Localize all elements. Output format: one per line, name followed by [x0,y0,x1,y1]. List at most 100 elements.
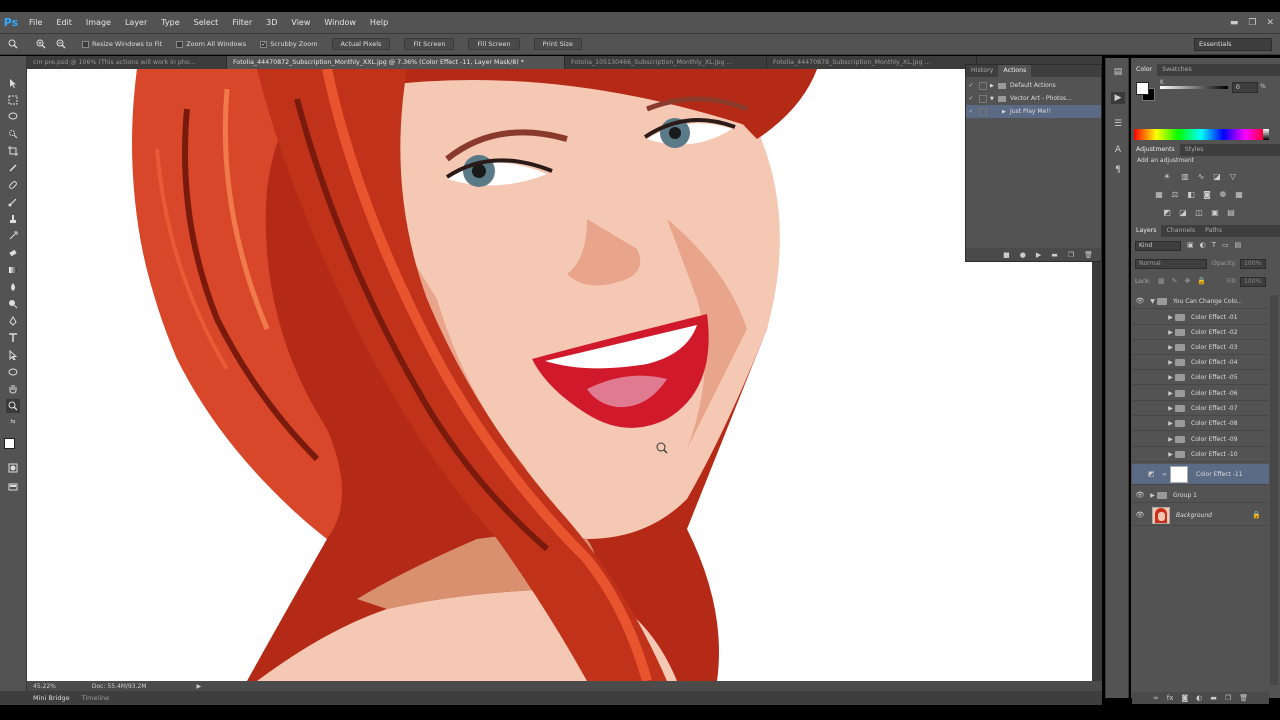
tab-paths[interactable]: Paths [1200,225,1227,237]
new-set-icon[interactable]: ▬ [1051,251,1058,259]
menu-window[interactable]: Window [317,12,363,33]
document-tab[interactable]: cm pre.psd @ 106% (This actions will wor… [27,56,227,69]
record-icon[interactable]: ● [1020,251,1026,259]
new-group-icon[interactable]: ▬ [1210,694,1217,702]
fx-icon[interactable]: fx [1167,694,1174,702]
foreground-color-swatch[interactable] [1136,82,1149,95]
tab-channels[interactable]: Channels [1161,225,1200,237]
menu-file[interactable]: File [22,12,49,33]
play-icon[interactable]: ▶ [1036,251,1041,259]
scrubby-zoom-checkbox[interactable]: ✓ Scrubby Zoom [260,40,318,48]
dialog-toggle-icon[interactable] [979,107,987,116]
k-slider[interactable] [1160,86,1228,89]
dialog-toggle-icon[interactable] [979,94,987,103]
chevron-right-icon[interactable]: ▶ [1166,420,1175,427]
fit-screen-button[interactable]: Fit Screen [404,38,455,50]
new-action-icon[interactable]: ❐ [1068,251,1074,259]
trash-icon[interactable]: 🗑 [1239,694,1248,702]
layer-row[interactable]: ▶ Color Effect -03 [1132,340,1269,355]
adjustment-filter-icon[interactable]: ◐ [1200,241,1206,251]
path-selection-tool-icon[interactable] [6,348,20,362]
menu-type[interactable]: Type [154,12,186,33]
gradient-map-icon[interactable]: ▤ [1226,208,1236,217]
menu-image[interactable]: Image [79,12,118,33]
eraser-tool-icon[interactable] [6,246,20,260]
menu-view[interactable]: View [284,12,317,33]
workspace-select[interactable]: Essentials [1194,38,1272,51]
marquee-tool-icon[interactable] [6,93,20,107]
brush-tool-icon[interactable] [6,195,20,209]
move-tool-icon[interactable] [6,76,20,90]
new-adjustment-icon[interactable]: ◐ [1196,694,1202,702]
layer-group-1[interactable]: 👁 ▶ Group 1 [1132,488,1269,503]
restore-icon[interactable]: ❐ [1248,18,1256,28]
actual-pixels-button[interactable]: Actual Pixels [331,38,391,50]
menu-edit[interactable]: Edit [49,12,79,33]
eye-icon[interactable]: 👁 [1132,511,1148,519]
clone-stamp-tool-icon[interactable] [6,212,20,226]
zoom-in-icon[interactable] [34,37,48,51]
tab-color[interactable]: Color [1131,64,1158,76]
black-white-icon[interactable]: ◧ [1186,190,1196,199]
chevron-down-icon[interactable]: ▼ [990,96,998,102]
healing-brush-tool-icon[interactable] [6,178,20,192]
lasso-tool-icon[interactable] [6,110,20,124]
lock-transparency-icon[interactable]: ▦ [1158,277,1165,285]
checkmark-icon[interactable]: ✓ [966,82,976,89]
color-spectrum[interactable] [1134,129,1268,140]
layer-filter-kind[interactable]: Kind [1135,241,1181,251]
swap-colors-icon[interactable]: ⇆ [6,418,20,425]
chevron-right-icon[interactable]: ▶ [1166,436,1175,443]
dodge-tool-icon[interactable] [6,297,20,311]
grayscale-ramp[interactable] [1263,129,1269,140]
link-icon[interactable]: ∞ [1162,471,1170,478]
document-tab[interactable]: Fotolia_44470878_Subscription_Monthly_XL… [767,56,977,69]
lock-all-icon[interactable]: 🔒 [1197,277,1206,285]
layer-group-top[interactable]: 👁 ▼ You Can Change Colo... [1132,294,1269,309]
tab-timeline[interactable]: Timeline [76,694,116,702]
checkmark-icon[interactable]: ✓ [966,108,976,115]
zoom-all-windows-checkbox[interactable]: Zoom All Windows [176,40,246,48]
layer-row[interactable]: ▶ Color Effect -04 [1132,355,1269,370]
levels-icon[interactable]: ▥ [1180,172,1190,181]
lock-position-icon[interactable]: ✥ [1185,277,1191,285]
history-brush-tool-icon[interactable] [6,229,20,243]
chevron-right-icon[interactable]: ▶ [1166,329,1175,336]
menu-filter[interactable]: Filter [225,12,259,33]
trash-icon[interactable]: 🗑 [1084,251,1093,259]
layer-row[interactable]: ▶ Color Effect -07 [1132,401,1269,416]
character-panel-icon[interactable]: A [1111,144,1125,156]
tab-actions[interactable]: Actions [998,65,1032,77]
actions-panel-icon[interactable]: ▶ [1111,92,1125,104]
document-tab[interactable]: Fotolia_105130466_Subscription_Monthly_X… [565,56,767,69]
eye-icon[interactable]: 👁 [1132,491,1148,499]
status-arrow-icon[interactable]: ▶ [197,683,202,690]
tab-adjustments[interactable]: Adjustments [1131,144,1180,156]
eyedropper-tool-icon[interactable] [6,161,20,175]
quick-selection-tool-icon[interactable] [6,127,20,141]
pixel-filter-icon[interactable]: ▣ [1187,241,1194,251]
chevron-right-icon[interactable]: ▶ [1166,451,1175,458]
blend-mode-select[interactable]: Normal [1135,259,1207,269]
foreground-color-swatch[interactable] [4,438,15,449]
invert-icon[interactable]: ◩ [1162,208,1172,217]
chevron-right-icon[interactable]: ▶ [1166,405,1175,412]
zoom-out-icon[interactable] [54,37,68,51]
blur-tool-icon[interactable] [6,280,20,294]
layer-row[interactable]: ▶ Color Effect -09 [1132,432,1269,447]
link-layers-icon[interactable]: ∞ [1153,694,1159,702]
chevron-right-icon[interactable]: ▶ [1166,359,1175,366]
gradient-tool-icon[interactable] [6,263,20,277]
screen-mode-icon[interactable] [6,480,20,494]
print-size-button[interactable]: Print Size [533,38,582,50]
layer-row[interactable]: ▶ Color Effect -08 [1132,416,1269,431]
zoom-tool-icon[interactable] [6,37,20,51]
color-lookup-icon[interactable]: ▦ [1234,190,1244,199]
checkmark-icon[interactable]: ✓ [966,95,976,102]
stop-icon[interactable]: ■ [1003,251,1010,259]
tab-swatches[interactable]: Swatches [1157,64,1197,76]
zoom-level[interactable]: 45.22% [27,683,62,690]
layers-scrollbar[interactable] [1270,295,1278,685]
action-row-selected[interactable]: ✓ ▶ Just Play Me!! [966,105,1101,118]
lock-pixels-icon[interactable]: ✎ [1172,277,1178,285]
